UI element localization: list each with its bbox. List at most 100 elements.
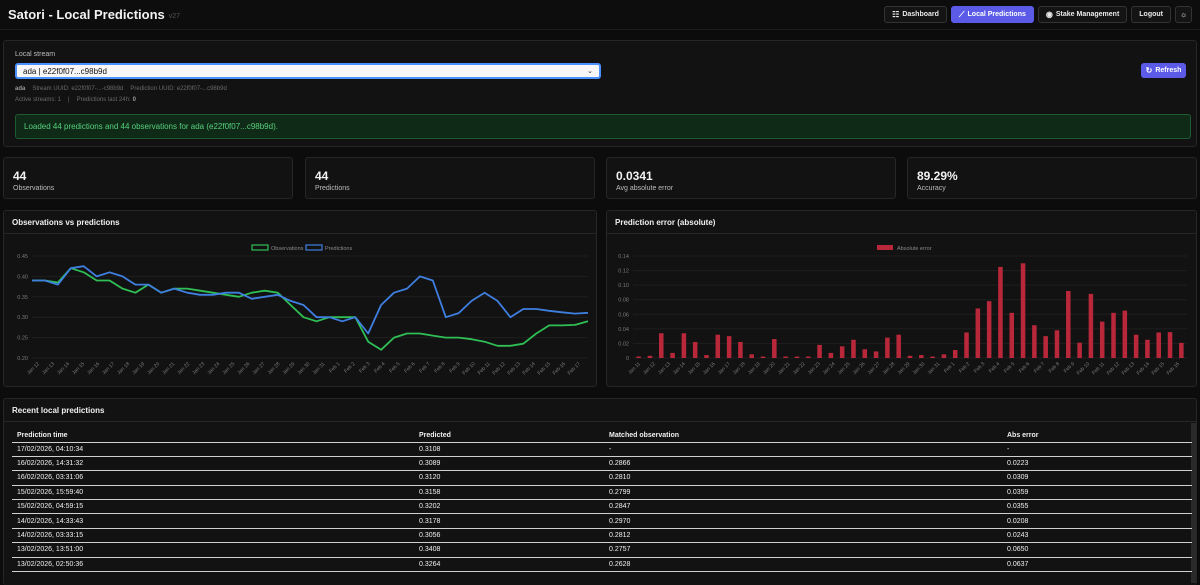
x-tick-label: Jan 16	[702, 361, 717, 376]
legend-swatch	[305, 244, 323, 251]
table-cell: 0.2812	[604, 528, 1002, 544]
x-tick-label: Feb 16	[552, 361, 567, 376]
nav-local-predictions-button[interactable]: ⟋ Local Predictions	[950, 6, 1034, 23]
error-bar	[681, 333, 687, 358]
theme-toggle-button[interactable]: ☼	[1175, 6, 1192, 23]
stream-select-value: ada | e22f0f07...c98b9d	[23, 66, 107, 76]
x-tick-label: Feb 15	[537, 361, 552, 376]
x-tick-label: Jan 14	[56, 361, 71, 376]
error-bar	[1032, 325, 1037, 358]
x-tick-label: Feb 3	[358, 361, 371, 374]
stat-value: 44	[13, 169, 27, 183]
x-tick-label: Feb 4	[988, 361, 1001, 374]
error-bar	[1145, 339, 1150, 358]
x-tick-label: Feb 3	[973, 361, 986, 374]
col-predicted: Predicted	[414, 429, 604, 443]
stream-select[interactable]: ada | e22f0f07...c98b9d ⌄	[15, 63, 601, 79]
x-tick-label: Jan 31	[312, 361, 327, 376]
table-cell: 14/02/2026, 14:33:43	[12, 513, 414, 529]
x-tick-label: Feb 5	[388, 361, 401, 374]
nav-dashboard-button[interactable]: ☷ Dashboard	[884, 6, 947, 23]
logout-button[interactable]: Logout	[1131, 6, 1171, 23]
table-row: 14/02/2026, 14:33:43 0.3178 0.2970 0.0208	[12, 513, 1192, 529]
error-bar	[772, 339, 777, 358]
x-tick-label: Feb 12	[492, 361, 507, 376]
x-tick-label: Feb 7	[418, 361, 431, 374]
error-bar	[715, 334, 721, 358]
table-cell: 0.3158	[414, 485, 604, 501]
table-cell: 0.2799	[604, 485, 1002, 501]
refresh-button[interactable]: ↻ Refresh	[1141, 63, 1186, 78]
x-tick-label: Jan 31	[926, 361, 941, 376]
table-cell: 0.0223	[1002, 456, 1192, 472]
error-bar	[636, 356, 641, 358]
error-bar	[885, 337, 890, 358]
observations-vs-predictions-panel: Observations vs predictions 0.45 0.40 0.35…	[3, 210, 597, 387]
stake-icon: ◉	[1045, 9, 1053, 19]
stat-value: 44	[315, 169, 329, 183]
error-bar	[975, 308, 981, 358]
error-bar	[839, 346, 845, 358]
error-bar	[1122, 310, 1128, 358]
y-tick-label: 0.40	[17, 274, 28, 280]
refresh-icon: ↻	[1145, 65, 1153, 75]
legend-label: Predictions	[325, 246, 352, 252]
x-tick-label: Jan 11	[627, 361, 642, 376]
error-bar	[1133, 334, 1139, 358]
stat-label: Predictions	[315, 185, 350, 192]
stream-panel: Local stream ada | e22f0f07...c98b9d ⌄ ↻…	[3, 40, 1197, 147]
error-bar	[1077, 342, 1082, 358]
x-tick-label: Jan 19	[747, 361, 762, 376]
table-cell: 13/02/2026, 02:50:36	[12, 557, 414, 573]
table-cell: 17/02/2026, 04:10:34	[12, 442, 414, 457]
error-bar	[738, 341, 743, 358]
x-tick-label: Jan 23	[191, 361, 206, 376]
error-bar	[930, 356, 935, 358]
table-cell: 0.3408	[414, 542, 604, 558]
col-matched-observation: Matched observation	[604, 429, 1002, 443]
error-bar	[1066, 290, 1071, 358]
x-tick-label: Jan 17	[101, 361, 116, 376]
x-tick-label: Jan 12	[26, 361, 41, 376]
table-title: Recent local predictions	[12, 406, 105, 415]
x-tick-label: Jan 28	[266, 361, 281, 376]
predictions-table: Prediction time Predicted Matched observ…	[12, 429, 1192, 573]
y-tick-label: 0.04	[618, 327, 629, 333]
x-tick-label: Feb 8	[433, 361, 446, 374]
x-tick-label: Jan 25	[221, 361, 236, 376]
table-cell: 0.0355	[1002, 499, 1192, 515]
error-bar	[647, 355, 653, 358]
x-tick-label: Feb 13	[507, 361, 522, 376]
x-tick-label: Feb 13	[1121, 361, 1136, 376]
bar-chart: 0.140.120.100.080.060.040.020Jan 11 Jan 1…	[618, 245, 1187, 376]
table-header-row: Prediction time Predicted Matched observ…	[12, 429, 1192, 443]
error-bar	[851, 339, 856, 358]
table-cell: 13/02/2026, 13:51:00	[12, 542, 414, 558]
table-cell: 0.3202	[414, 499, 604, 515]
y-tick-label: 0.10	[618, 283, 629, 289]
top-bar: Satori - Local Predictions v27 ☷ Dashboa…	[0, 0, 1200, 30]
x-tick-label: Feb 6	[403, 361, 416, 374]
table-row: 15/02/2026, 04:59:15 0.3202 0.2847 0.0355	[12, 499, 1192, 515]
x-tick-label: Feb 8	[1048, 361, 1061, 374]
table-cell: 0.3120	[414, 470, 604, 486]
error-bar	[1009, 312, 1015, 358]
table-cell: 0.2810	[604, 470, 1002, 486]
table-cell: 16/02/2026, 03:31:06	[12, 470, 414, 486]
error-bar	[1020, 263, 1026, 358]
error-bar	[862, 349, 868, 358]
col-prediction-time: Prediction time	[12, 429, 414, 443]
error-bar	[704, 355, 709, 358]
x-tick-label: Feb 2	[958, 361, 971, 374]
x-tick-label: Jan 21	[161, 361, 176, 376]
x-tick-label: Jan 21	[777, 361, 792, 376]
x-tick-label: Jan 18	[116, 361, 131, 376]
nav-stake-management-button[interactable]: ◉ Stake Management	[1037, 6, 1128, 23]
table-cell: 15/02/2026, 04:59:15	[12, 499, 414, 515]
stream-select-label: Local stream	[15, 51, 56, 58]
table-cell: 0.3089	[414, 456, 604, 472]
x-tick-label: Feb 1	[943, 361, 956, 374]
table-cell: 14/02/2026, 03:33:15	[12, 528, 414, 544]
x-tick-label: Jan 13	[657, 361, 672, 376]
x-tick-label: Jan 29	[897, 361, 912, 376]
